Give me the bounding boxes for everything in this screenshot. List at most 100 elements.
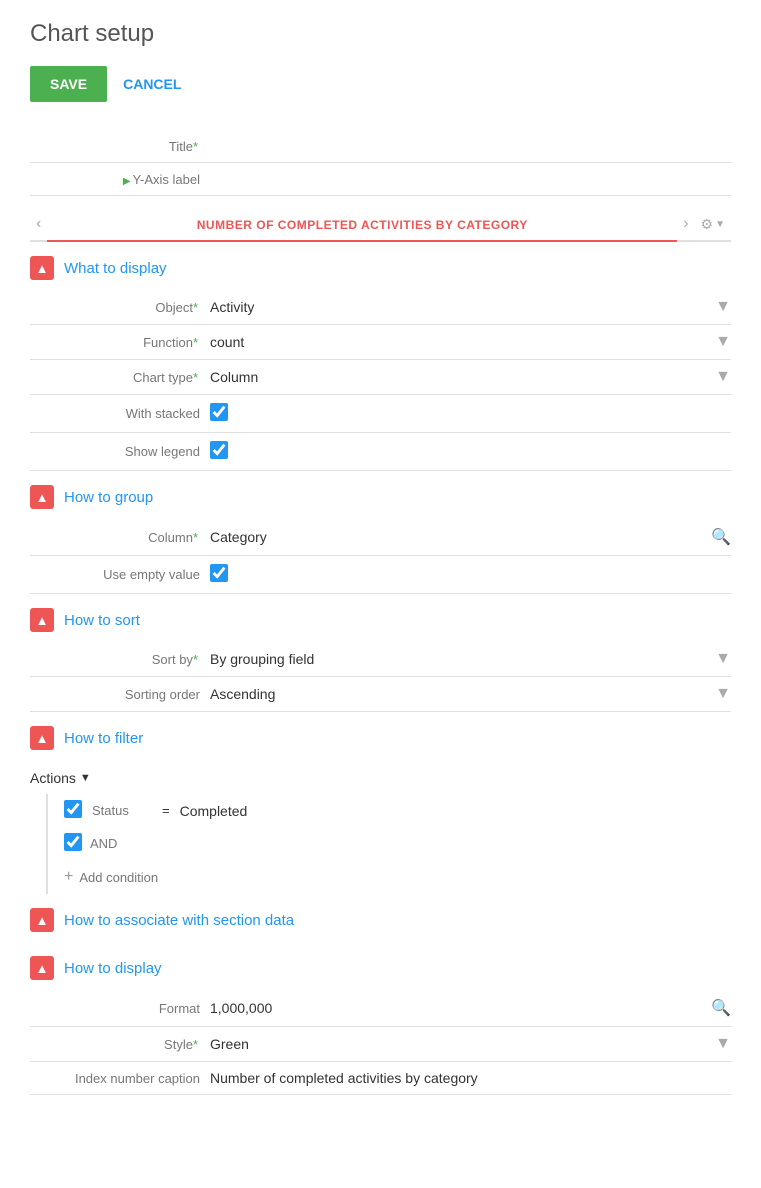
sorting-order-dropdown-icon[interactable]: ▼ xyxy=(715,685,731,703)
tab-gear-button[interactable]: ⚙ ▼ xyxy=(695,216,731,233)
format-row: Format 1,000,000 🔍 xyxy=(30,990,731,1027)
format-search-icon[interactable]: 🔍 xyxy=(711,998,731,1018)
format-value: 1,000,000 xyxy=(210,1000,711,1016)
tab-label[interactable]: NUMBER OF COMPLETED ACTIVITIES BY CATEGO… xyxy=(47,208,677,242)
how-to-associate-toggle[interactable]: ▲ xyxy=(30,908,54,932)
yaxis-value[interactable]: Number xyxy=(210,171,731,187)
page-title: Chart setup xyxy=(30,20,731,48)
sorting-order-label: Sorting order xyxy=(30,687,210,702)
tab-next-icon[interactable]: › xyxy=(677,215,694,233)
object-dropdown-icon[interactable]: ▼ xyxy=(715,298,731,316)
title-value[interactable]: Completed activities by category xyxy=(210,138,731,154)
style-value: Green xyxy=(210,1036,715,1052)
column-search-icon[interactable]: 🔍 xyxy=(711,527,731,547)
add-condition-plus-icon: + xyxy=(64,868,73,886)
how-to-sort-section: ▲ How to sort xyxy=(30,594,731,642)
with-stacked-label: With stacked xyxy=(30,406,210,421)
sort-by-label: Sort by* xyxy=(30,652,210,667)
tab-prev-icon[interactable]: ‹ xyxy=(30,215,47,233)
how-to-sort-title: How to sort xyxy=(64,612,140,629)
how-to-associate-title: How to associate with section data xyxy=(64,912,294,929)
index-caption-value: Number of completed activities by catego… xyxy=(210,1070,731,1086)
sort-by-row: Sort by* By grouping field ▼ xyxy=(30,642,731,677)
use-empty-checkbox-container xyxy=(210,564,731,585)
use-empty-label: Use empty value xyxy=(30,567,210,582)
how-to-filter-toggle[interactable]: ▲ xyxy=(30,726,54,750)
show-legend-checkbox-container xyxy=(210,441,731,462)
how-to-group-toggle[interactable]: ▲ xyxy=(30,485,54,509)
function-dropdown-icon[interactable]: ▼ xyxy=(715,333,731,351)
what-to-display-title: What to display xyxy=(64,260,167,277)
object-row: Object* Activity ▼ xyxy=(30,290,731,325)
how-to-associate-section: ▲ How to associate with section data xyxy=(30,894,731,942)
and-checkbox[interactable] xyxy=(64,833,82,851)
column-value: Category xyxy=(210,529,711,545)
gear-arrow-icon: ▼ xyxy=(715,219,725,230)
style-label: Style* xyxy=(30,1037,210,1052)
toolbar: SAVE CANCEL xyxy=(30,66,731,102)
object-value: Activity xyxy=(210,299,715,315)
actions-button[interactable]: Actions ▼ xyxy=(30,770,91,786)
column-label: Column* xyxy=(30,530,210,545)
function-label: Function* xyxy=(30,335,210,350)
style-row: Style* Green ▼ xyxy=(30,1027,731,1062)
filter-value-label: Completed xyxy=(180,803,731,819)
save-button[interactable]: SAVE xyxy=(30,66,107,102)
title-input[interactable]: Completed activities by category xyxy=(210,138,731,154)
with-stacked-row: With stacked xyxy=(30,395,731,433)
chart-type-row: Chart type* Column ▼ xyxy=(30,360,731,395)
title-label: Title* xyxy=(30,139,210,154)
filter-field-label: Status xyxy=(92,803,152,818)
filter-block: Status = Completed AND + Add condition xyxy=(46,794,731,894)
show-legend-label: Show legend xyxy=(30,444,210,459)
how-to-display2-section: ▲ How to display xyxy=(30,942,731,990)
what-to-display-section: ▲ What to display xyxy=(30,242,731,290)
how-to-display2-title: How to display xyxy=(64,960,162,977)
index-caption-label: Index number caption xyxy=(30,1071,210,1086)
function-value: count xyxy=(210,334,715,350)
sorting-order-row: Sorting order Ascending ▼ xyxy=(30,677,731,712)
yaxis-label: ▶Y-Axis label xyxy=(30,172,210,187)
with-stacked-checkbox[interactable] xyxy=(210,403,228,421)
add-condition-label: Add condition xyxy=(79,870,158,885)
and-checkbox-container xyxy=(64,833,82,854)
what-to-display-toggle[interactable]: ▲ xyxy=(30,256,54,280)
chart-type-dropdown-icon[interactable]: ▼ xyxy=(715,368,731,386)
filter-row-checkbox-container xyxy=(64,800,82,821)
filter-op-label: = xyxy=(162,803,170,818)
and-label: AND xyxy=(90,836,117,851)
gear-icon: ⚙ xyxy=(701,216,714,233)
with-stacked-checkbox-container xyxy=(210,403,731,424)
function-row: Function* count ▼ xyxy=(30,325,731,360)
object-label: Object* xyxy=(30,300,210,315)
how-to-display2-toggle[interactable]: ▲ xyxy=(30,956,54,980)
yaxis-input[interactable]: Number xyxy=(210,171,731,187)
sort-by-value: By grouping field xyxy=(210,651,715,667)
how-to-filter-section: ▲ How to filter xyxy=(30,712,731,760)
how-to-group-title: How to group xyxy=(64,489,153,506)
show-legend-checkbox[interactable] xyxy=(210,441,228,459)
how-to-sort-toggle[interactable]: ▲ xyxy=(30,608,54,632)
style-dropdown-icon[interactable]: ▼ xyxy=(715,1035,731,1053)
title-required: * xyxy=(193,139,198,154)
actions-dropdown-icon: ▼ xyxy=(80,772,91,784)
format-label: Format xyxy=(30,1001,210,1016)
how-to-filter-title: How to filter xyxy=(64,730,143,747)
chart-type-value: Column xyxy=(210,369,715,385)
use-empty-row: Use empty value xyxy=(30,556,731,594)
chart-type-label: Chart type* xyxy=(30,370,210,385)
actions-row: Actions ▼ xyxy=(30,760,731,794)
actions-label: Actions xyxy=(30,770,76,786)
filter-row-status: Status = Completed xyxy=(64,794,731,827)
sorting-order-value: Ascending xyxy=(210,686,715,702)
how-to-group-section: ▲ How to group xyxy=(30,471,731,519)
and-row: AND xyxy=(64,827,731,860)
add-condition-row[interactable]: + Add condition xyxy=(64,860,731,894)
yaxis-row: ▶Y-Axis label Number xyxy=(30,163,731,196)
column-row: Column* Category 🔍 xyxy=(30,519,731,556)
filter-row-checkbox[interactable] xyxy=(64,800,82,818)
tab-bar: ‹ NUMBER OF COMPLETED ACTIVITIES BY CATE… xyxy=(30,208,731,242)
sort-by-dropdown-icon[interactable]: ▼ xyxy=(715,650,731,668)
use-empty-checkbox[interactable] xyxy=(210,564,228,582)
cancel-button[interactable]: CANCEL xyxy=(123,76,181,92)
